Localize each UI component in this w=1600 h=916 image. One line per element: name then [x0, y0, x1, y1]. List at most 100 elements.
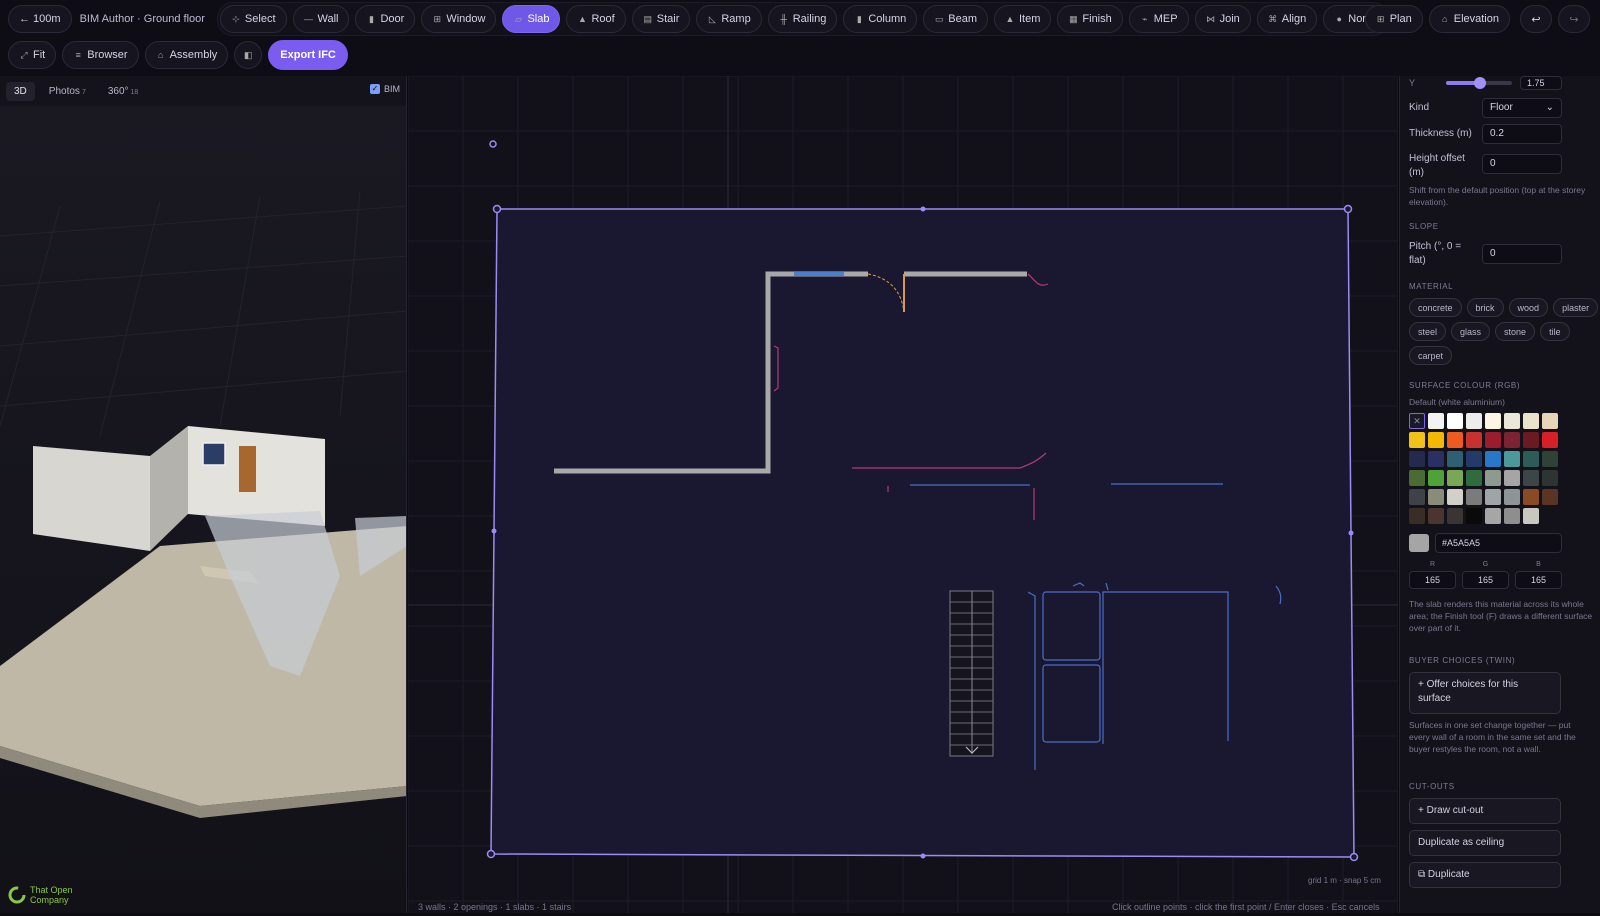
g-input[interactable]: 165 [1462, 571, 1509, 589]
colour-swatch[interactable] [1504, 451, 1520, 467]
material-chip-concrete[interactable]: concrete [1409, 298, 1462, 317]
browser-button[interactable]: ≡ Browser [62, 41, 139, 69]
stair-plan[interactable] [949, 590, 994, 757]
back-button[interactable]: ← 100m [8, 5, 72, 33]
colour-swatch[interactable] [1542, 489, 1558, 505]
colour-swatch[interactable] [1523, 432, 1539, 448]
colour-swatch[interactable] [1523, 508, 1539, 524]
material-chip-stone[interactable]: stone [1495, 322, 1536, 341]
tool-stair-button[interactable]: ▤ Stair [631, 5, 691, 33]
colour-swatch[interactable] [1409, 470, 1425, 486]
colour-swatch[interactable] [1485, 432, 1501, 448]
colour-swatch[interactable] [1542, 451, 1558, 467]
colour-swatch[interactable] [1447, 508, 1463, 524]
colour-swatch[interactable] [1485, 470, 1501, 486]
material-chip-carpet[interactable]: carpet [1409, 346, 1453, 365]
colour-swatch[interactable] [1485, 508, 1501, 524]
plan-view-button[interactable]: ⊞ Plan [1364, 5, 1423, 33]
tool-beam-button[interactable]: ▭ Beam [923, 5, 988, 33]
tool-column-button[interactable]: ▮ Column [843, 5, 918, 33]
colour-swatch[interactable] [1504, 508, 1520, 524]
y-slider-knob[interactable] [1474, 77, 1486, 89]
export-ifc-button[interactable]: Export IFC [268, 40, 348, 70]
colour-swatch[interactable] [1504, 489, 1520, 505]
colour-swatch[interactable] [1428, 432, 1444, 448]
colour-swatch[interactable] [1542, 470, 1558, 486]
colour-swatch[interactable] [1485, 489, 1501, 505]
tool-door-button[interactable]: ▮ Door [355, 5, 416, 33]
duplicate-button[interactable]: ⧉ Duplicate [1409, 862, 1561, 888]
colour-swatch[interactable] [1523, 413, 1539, 429]
tool-join-button[interactable]: ⋈ Join [1194, 5, 1251, 33]
tool-railing-button[interactable]: ╫ Railing [767, 5, 838, 33]
redo-button[interactable]: ↪ [1558, 5, 1590, 33]
undo-button[interactable]: ↩ [1520, 5, 1552, 33]
tool-select-button[interactable]: ⊹ Select [219, 5, 287, 33]
colour-swatch[interactable] [1409, 508, 1425, 524]
kind-select[interactable]: Floor ⌄ [1482, 98, 1562, 118]
colour-swatch[interactable] [1409, 489, 1425, 505]
colour-swatch[interactable] [1447, 451, 1463, 467]
colour-swatch[interactable] [1485, 451, 1501, 467]
material-chip-glass[interactable]: glass [1451, 322, 1491, 341]
tool-roof-button[interactable]: ▲ Roof [566, 5, 626, 33]
colour-swatch[interactable] [1409, 432, 1425, 448]
slab-vertex[interactable] [486, 849, 496, 859]
colour-swatch[interactable] [1485, 413, 1501, 429]
colour-swatch[interactable] [1523, 470, 1539, 486]
colour-swatch[interactable] [1428, 413, 1444, 429]
slab-vertex[interactable] [1343, 204, 1353, 214]
material-chip-steel[interactable]: steel [1409, 322, 1447, 341]
tool-slab-button[interactable]: ▱ Slab [502, 5, 561, 33]
slab-vertex[interactable] [492, 204, 502, 214]
colour-swatch[interactable] [1466, 451, 1482, 467]
colour-swatch[interactable] [1504, 470, 1520, 486]
tab-3d[interactable]: 3D [6, 82, 35, 101]
material-chip-wood[interactable]: wood [1508, 298, 1549, 317]
colour-swatch[interactable] [1523, 489, 1539, 505]
tool-align-button[interactable]: ⌘ Align [1256, 5, 1318, 33]
panel-toggle-button[interactable]: ◧ [234, 41, 263, 69]
plan-canvas[interactable] [407, 75, 1399, 913]
colour-swatch[interactable] [1447, 413, 1463, 429]
assembly-button[interactable]: ⌂ Assembly [144, 41, 229, 69]
3d-scene[interactable] [0, 106, 407, 913]
no-colour-swatch[interactable]: ✕ [1409, 413, 1425, 429]
pitch-input[interactable]: 0 [1482, 244, 1562, 264]
colour-swatch[interactable] [1428, 508, 1444, 524]
colour-swatch[interactable] [1466, 489, 1482, 505]
elevation-view-button[interactable]: ⌂ Elevation [1428, 5, 1510, 33]
bim-toggle[interactable]: ✓ BIM [369, 84, 400, 94]
height-offset-input[interactable]: 0 [1482, 154, 1562, 174]
colour-swatch[interactable] [1466, 470, 1482, 486]
tool-item-button[interactable]: ▲ Item [994, 5, 1052, 33]
offer-choices-button[interactable]: + Offer choices for this surface [1409, 672, 1561, 714]
colour-swatch[interactable] [1466, 508, 1482, 524]
tool-finish-button[interactable]: ▦ Finish [1057, 5, 1123, 33]
colour-swatch[interactable] [1542, 432, 1558, 448]
tool-mep-button[interactable]: ⌁ MEP [1128, 5, 1189, 33]
draw-cutout-button[interactable]: + Draw cut-out [1409, 798, 1561, 824]
y-slider[interactable] [1446, 77, 1512, 89]
colour-swatch[interactable] [1428, 451, 1444, 467]
colour-swatch[interactable] [1504, 413, 1520, 429]
y-value[interactable]: 1.75 [1520, 76, 1562, 90]
colour-swatch[interactable] [1409, 451, 1425, 467]
duplicate-ceiling-button[interactable]: Duplicate as ceiling [1409, 830, 1561, 856]
colour-swatch[interactable] [1428, 470, 1444, 486]
colour-swatch[interactable] [1428, 489, 1444, 505]
plan-drawing[interactable] [407, 75, 1399, 913]
material-chip-tile[interactable]: tile [1540, 322, 1570, 341]
tool-window-button[interactable]: ⊞ Window [421, 5, 497, 33]
b-input[interactable]: 165 [1515, 571, 1562, 589]
tool-wall-button[interactable]: — Wall [292, 5, 350, 33]
colour-swatch[interactable] [1447, 432, 1463, 448]
colour-swatch[interactable] [1447, 489, 1463, 505]
colour-swatch[interactable] [1504, 432, 1520, 448]
fit-button[interactable]: ⤢ Fit [8, 41, 57, 69]
r-input[interactable]: 165 [1409, 571, 1456, 589]
slab-vertex[interactable] [1349, 852, 1359, 862]
tab-360[interactable]: 360° 18 [100, 82, 146, 101]
slab-outline[interactable] [490, 208, 1355, 858]
colour-swatch[interactable] [1466, 413, 1482, 429]
